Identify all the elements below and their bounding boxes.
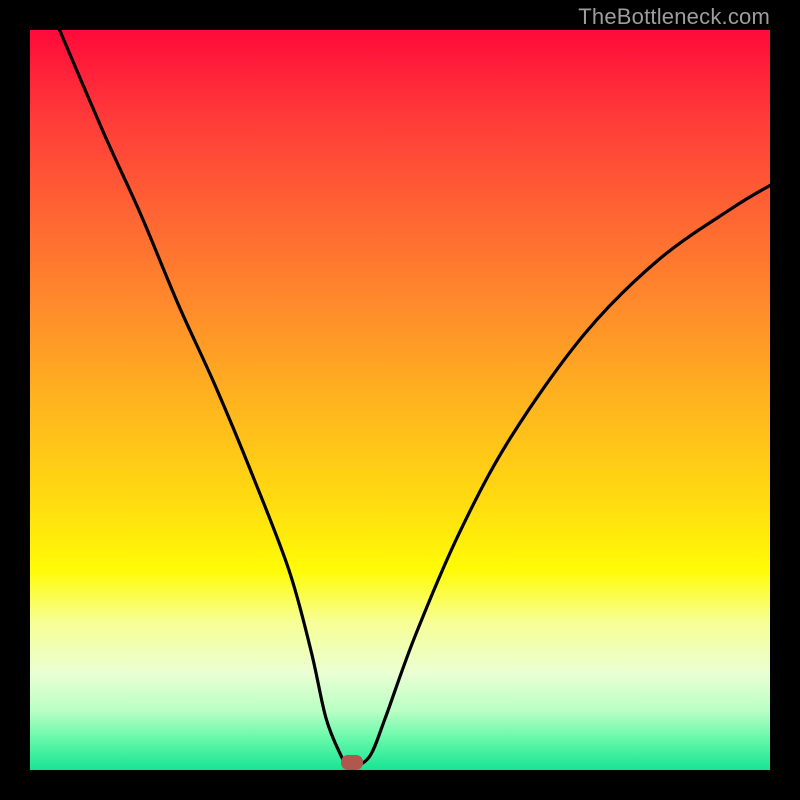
watermark-text: TheBottleneck.com [578,4,770,30]
bottleneck-curve-path [60,30,770,768]
chart-frame: TheBottleneck.com [0,0,800,800]
plot-area [30,30,770,770]
curve-svg [30,30,770,770]
optimum-marker [341,755,363,770]
